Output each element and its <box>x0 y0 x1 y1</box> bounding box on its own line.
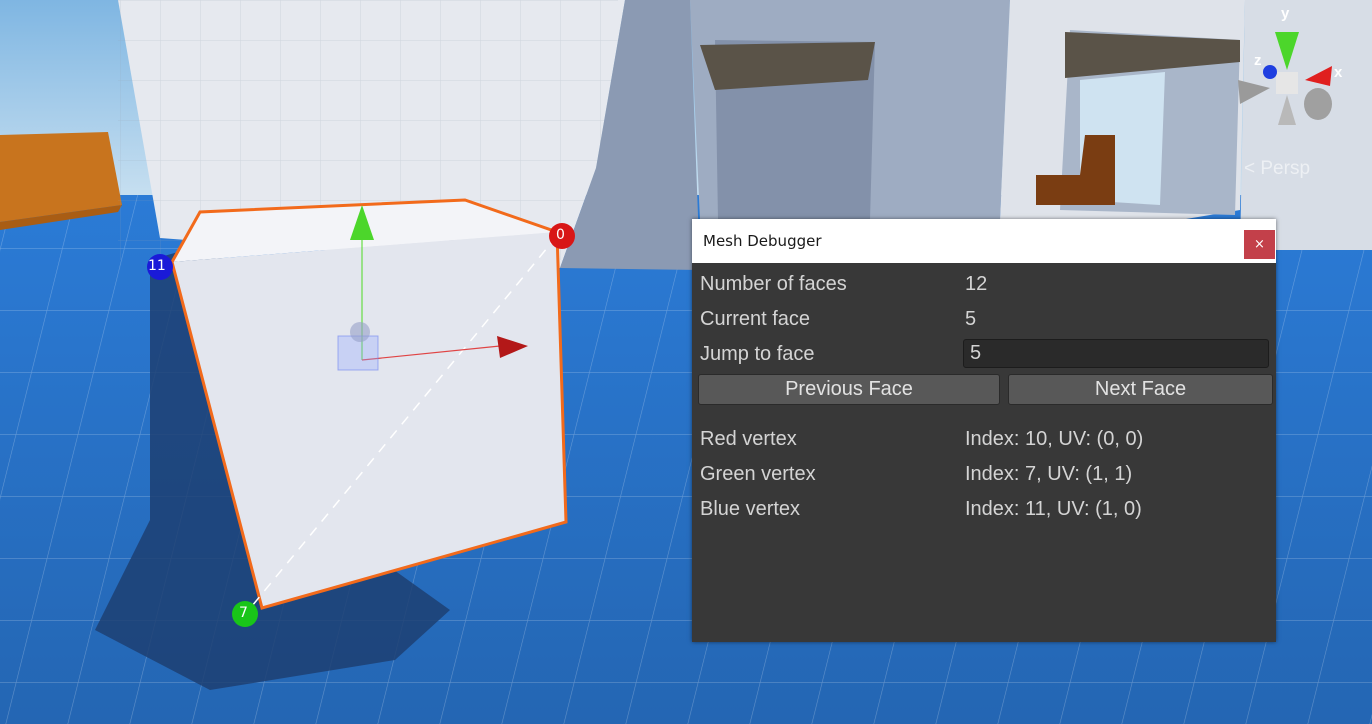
building-wall-far <box>1240 0 1372 250</box>
projection-label: Persp <box>1260 158 1311 179</box>
vertex-label-green: 7 <box>239 605 248 621</box>
red-vertex-value: Index: 10, UV: (0, 0) <box>965 428 1144 450</box>
blue-vertex-value: Index: 11, UV: (1, 0) <box>965 498 1142 520</box>
vertex-label-blue: 11 <box>148 258 166 274</box>
close-icon: × <box>1254 237 1265 252</box>
close-button[interactable]: × <box>1244 230 1275 259</box>
window-titlebar[interactable]: Mesh Debugger × <box>692 219 1276 263</box>
red-vertex-label: Red vertex <box>700 428 797 450</box>
faces-count-label: Number of faces <box>700 273 847 295</box>
axis-label-x: x <box>1334 64 1343 81</box>
faces-count-value: 12 <box>965 273 988 295</box>
window-title: Mesh Debugger <box>703 232 822 250</box>
mesh-debugger-window: Mesh Debugger × Number of faces 12 Curre… <box>692 219 1276 642</box>
jump-to-face-input[interactable]: 5 <box>963 339 1269 368</box>
green-vertex-value: Index: 7, UV: (1, 1) <box>965 463 1133 485</box>
projection-mode-toggle[interactable]: < Persp <box>1244 158 1310 180</box>
blue-vertex-label: Blue vertex <box>700 498 801 520</box>
green-vertex-label: Green vertex <box>700 463 816 485</box>
previous-face-button[interactable]: Previous Face <box>698 374 1000 405</box>
current-face-label: Current face <box>700 308 811 330</box>
current-face-value: 5 <box>965 308 977 330</box>
orientation-z-sphere[interactable] <box>1263 65 1277 79</box>
axis-label-y: y <box>1281 5 1290 22</box>
axis-label-z: z <box>1254 52 1262 69</box>
orientation-neg-z-cone <box>1304 88 1332 120</box>
jump-to-face-label: Jump to face <box>700 343 815 365</box>
gizmo-center-handle[interactable] <box>350 322 370 342</box>
vertex-label-red: 0 <box>556 227 565 243</box>
jump-to-face-value[interactable]: 5 <box>970 342 981 365</box>
next-face-button[interactable]: Next Face <box>1008 374 1273 405</box>
orientation-center-cube[interactable] <box>1276 72 1298 94</box>
